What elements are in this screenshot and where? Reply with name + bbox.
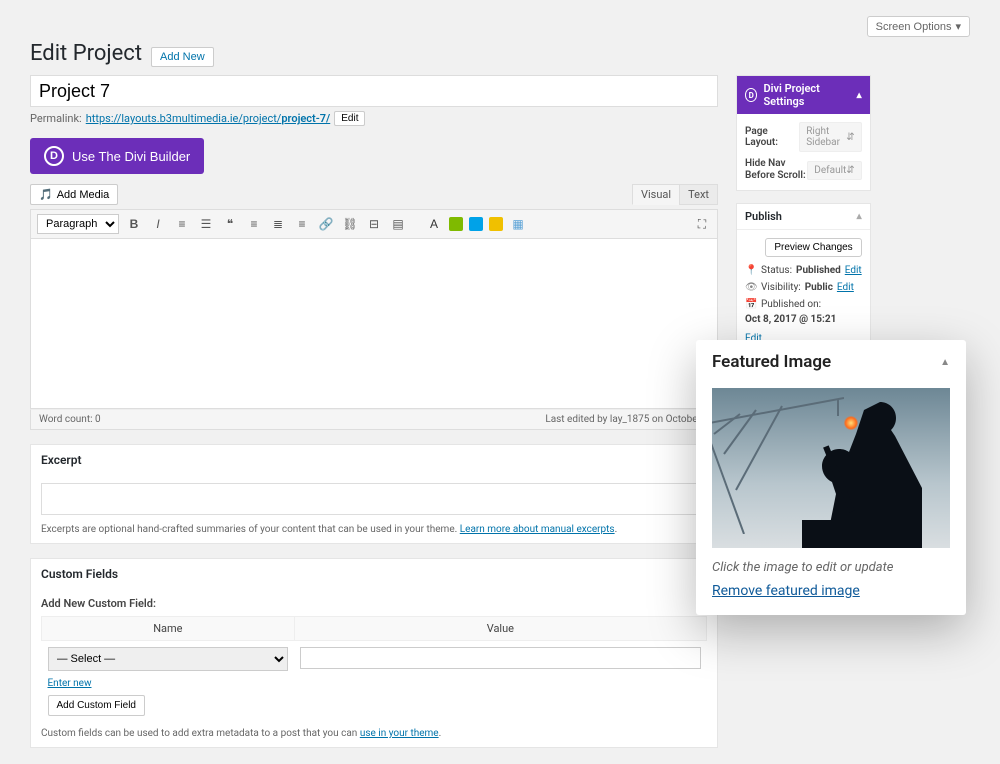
tab-visual[interactable]: Visual (632, 184, 680, 205)
swatch-blue-icon[interactable] (469, 217, 483, 231)
permalink-link[interactable]: https://layouts.b3multimedia.ie/project/… (86, 112, 331, 125)
publish-title: Publish (745, 210, 782, 223)
calendar-icon: 📅 (745, 299, 757, 310)
excerpt-note: Excerpts are optional hand-crafted summa… (41, 524, 707, 535)
collapse-icon[interactable]: ▴ (857, 211, 862, 222)
excerpt-textarea[interactable] (41, 483, 707, 515)
featured-image-title: Featured Image (712, 352, 831, 372)
featured-image-panel: Featured Image ▲ Click the image to edit… (696, 340, 966, 615)
swatch-yellow-icon[interactable] (489, 217, 503, 231)
divi-settings-box: D Divi Project Settings ▴ Page Layout: R… (736, 75, 871, 191)
worker-silhouette-icon (802, 388, 922, 548)
cf-name-select[interactable]: — Select — (48, 647, 289, 671)
link-icon[interactable]: 🔗 (317, 215, 335, 233)
toolbar-toggle-icon[interactable]: ▤ (389, 215, 407, 233)
visibility-edit-link[interactable]: Edit (837, 282, 854, 293)
read-more-icon[interactable]: ⊟ (365, 215, 383, 233)
cf-enter-new-link[interactable]: Enter new (48, 678, 92, 689)
remove-featured-image-link[interactable]: Remove featured image (696, 579, 876, 615)
screen-options-button[interactable]: Screen Options ▾ (867, 16, 970, 37)
editor-toolbar: Paragraph B I ≡ ☰ ❝ ≡ ≣ ≡ 🔗 ⛓ ⊟ ▤ A (30, 209, 718, 239)
text-color-icon[interactable]: A (425, 215, 443, 233)
swatch-green-icon[interactable] (449, 217, 463, 231)
word-count: Word count: 0 (39, 414, 101, 425)
add-media-label: Add Media (57, 189, 110, 201)
permalink-edit-button[interactable]: Edit (334, 111, 365, 126)
permalink-label: Permalink: (30, 112, 82, 125)
unlink-icon[interactable]: ⛓ (341, 215, 359, 233)
cf-add-new-label: Add New Custom Field: (41, 597, 707, 610)
last-edited: Last edited by lay_1875 on October 8 (545, 414, 709, 425)
add-media-button[interactable]: 🎵 Add Media (30, 184, 118, 205)
divi-logo-icon: D (44, 146, 64, 166)
cf-value-header: Value (294, 617, 706, 641)
eye-icon: 👁 (745, 282, 757, 293)
page-layout-label: Page Layout: (745, 126, 799, 148)
tab-text[interactable]: Text (679, 184, 718, 205)
collapse-icon[interactable]: ▲ (940, 357, 950, 368)
chevron-icon: ⇵ (846, 132, 854, 143)
hide-nav-label: Hide Nav Before Scroll: (745, 158, 807, 182)
page-title: Edit Project (30, 41, 142, 66)
featured-image-thumbnail[interactable] (712, 388, 950, 548)
preview-changes-button[interactable]: Preview Changes (765, 238, 861, 257)
numbered-list-icon[interactable]: ☰ (197, 215, 215, 233)
italic-icon[interactable]: I (149, 215, 167, 233)
cf-note: Custom fields can be used to add extra m… (41, 728, 707, 739)
status-edit-link[interactable]: Edit (845, 265, 862, 276)
bullet-list-icon[interactable]: ≡ (173, 215, 191, 233)
pin-icon: 📍 (745, 265, 757, 276)
screen-options-label: Screen Options (876, 21, 952, 33)
divi-button-label: Use The Divi Builder (72, 149, 190, 164)
align-right-icon[interactable]: ≡ (293, 215, 311, 233)
cf-add-button[interactable]: Add Custom Field (48, 695, 145, 716)
align-center-icon[interactable]: ≣ (269, 215, 287, 233)
chevron-down-icon: ▾ (955, 20, 961, 33)
swatch-misc-icon[interactable]: ▦ (509, 215, 527, 233)
cf-name-header: Name (42, 617, 295, 641)
collapse-icon[interactable]: ▴ (857, 90, 862, 101)
excerpt-help-link[interactable]: Learn more about manual excerpts (460, 524, 615, 535)
divi-logo-icon: D (745, 88, 757, 102)
fullscreen-icon[interactable]: ⛶ (693, 215, 711, 233)
hide-nav-select[interactable]: Default⇵ (807, 161, 861, 180)
cf-help-link[interactable]: use in your theme (360, 728, 439, 739)
featured-image-caption: Click the image to edit or update (696, 550, 966, 579)
format-select[interactable]: Paragraph (37, 214, 119, 234)
add-new-button[interactable]: Add New (151, 47, 214, 67)
align-left-icon[interactable]: ≡ (245, 215, 263, 233)
quote-icon[interactable]: ❝ (221, 215, 239, 233)
post-title-input[interactable] (30, 75, 718, 107)
cf-value-input[interactable] (300, 647, 700, 669)
use-divi-builder-button[interactable]: D Use The Divi Builder (30, 138, 204, 174)
custom-fields-heading: Custom Fields (31, 559, 717, 589)
divi-settings-title: Divi Project Settings (763, 82, 850, 108)
chevron-icon: ⇵ (846, 165, 854, 176)
excerpt-heading: Excerpt (31, 445, 717, 475)
editor-content-area[interactable] (30, 239, 718, 409)
permalink-row: Permalink: https://layouts.b3multimedia.… (30, 111, 718, 126)
bold-icon[interactable]: B (125, 215, 143, 233)
media-icon: 🎵 (39, 188, 53, 201)
page-layout-select[interactable]: Right Sidebar⇵ (799, 122, 861, 152)
